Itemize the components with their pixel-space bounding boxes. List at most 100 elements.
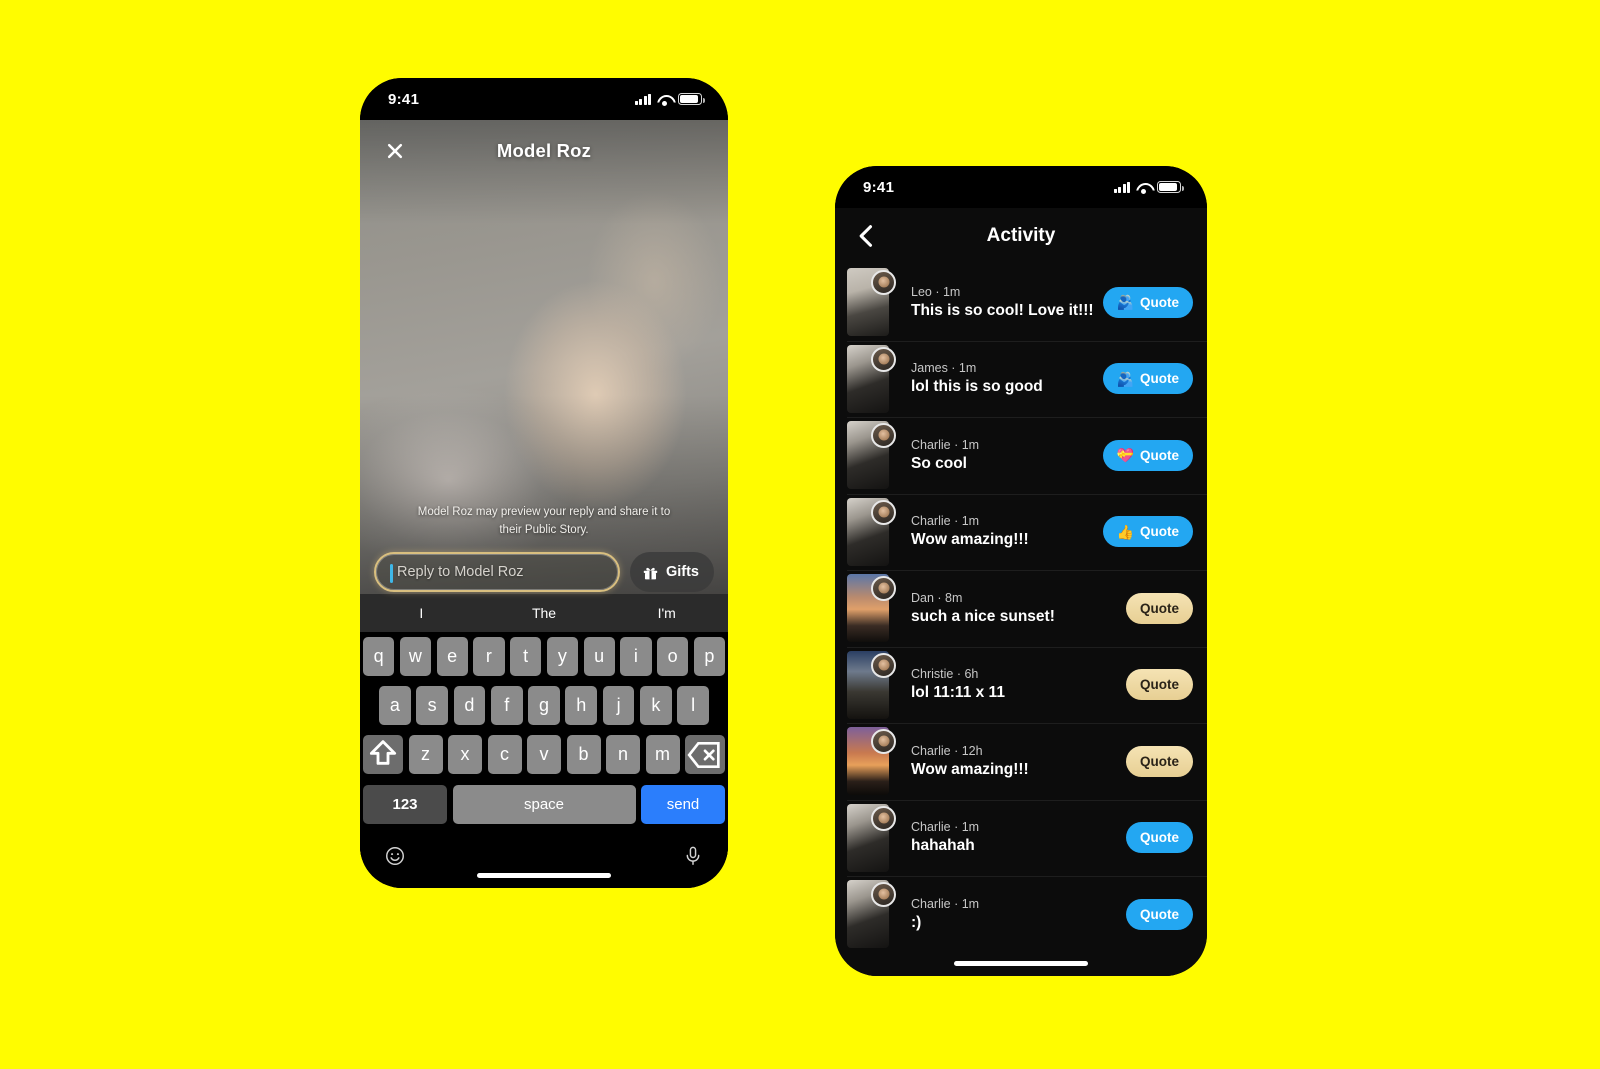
quote-button[interactable]: 💝 Quote (1102, 439, 1193, 471)
key-e[interactable]: e (436, 637, 468, 676)
key-x[interactable]: x (448, 735, 482, 774)
gift-icon (643, 567, 658, 579)
status-bar: 9:41 (835, 166, 1207, 208)
activity-row[interactable]: Charlie · 1m Wow amazing!!! 👍 Quote (835, 493, 1207, 571)
avatar (871, 346, 896, 372)
thumbnail-wrap (847, 727, 896, 796)
quote-button[interactable]: Quote (1126, 745, 1193, 777)
quote-button[interactable]: 🫂 Quote (1102, 286, 1193, 318)
numbers-key[interactable]: 123 (363, 785, 447, 824)
key-g[interactable]: g (528, 686, 560, 725)
quote-button[interactable]: Quote (1126, 822, 1193, 854)
suggestion-1[interactable]: The (483, 605, 606, 621)
quote-button-label: Quote (1140, 600, 1179, 616)
key-c[interactable]: c (487, 735, 522, 774)
status-icons (634, 93, 705, 106)
key-t[interactable]: t (510, 637, 542, 676)
close-icon[interactable] (380, 136, 410, 166)
key-k[interactable]: k (639, 686, 672, 725)
shift-icon[interactable] (363, 735, 403, 774)
page-title: Model Roz (496, 140, 592, 161)
activity-screen-body: Activity Leo · 1m This is so cool! Love i… (835, 208, 1207, 976)
key-b[interactable]: b (566, 735, 601, 774)
activity-meta: Charlie · 1m (911, 896, 980, 911)
key-r[interactable]: r (473, 637, 505, 676)
activity-row[interactable]: Dan · 8m such a nice sunset! Quote (835, 570, 1207, 647)
key-n[interactable]: n (606, 735, 640, 774)
activity-text: Leo · 1m This is so cool! Love it!!! (889, 285, 1095, 320)
key-p[interactable]: p (693, 637, 725, 676)
quote-button-label: Quote (1140, 447, 1179, 463)
activity-meta: James · 1m (911, 361, 977, 376)
activity-text: Charlie · 1m:) (889, 897, 1118, 932)
activity-row[interactable]: Charlie · 1m:) Quote (835, 876, 1207, 953)
quote-button[interactable]: Quote (1126, 669, 1193, 701)
microphone-icon[interactable] (682, 845, 704, 867)
gifts-button-label: Gifts (665, 564, 699, 580)
keyboard-row-3: z x c v b n m (360, 730, 728, 779)
key-w[interactable]: w (399, 637, 431, 676)
activity-row[interactable]: Charlie · 1m hahahah Quote (835, 799, 1207, 877)
activity-message: such a nice sunset! (911, 607, 1055, 625)
activity-meta: Christie · 6h (911, 667, 979, 682)
key-u[interactable]: u (583, 637, 615, 676)
key-z[interactable]: z (408, 735, 443, 774)
quote-button[interactable]: Quote (1126, 592, 1193, 624)
quote-button-label: Quote (1140, 677, 1179, 693)
activity-meta: Dan · 8m (911, 590, 963, 605)
gifts-button[interactable]: Gifts (629, 552, 714, 592)
activity-message: lol this is so good (911, 378, 1043, 396)
quote-emoji-icon: 👍 (1116, 523, 1134, 540)
thumbnail-wrap (847, 421, 896, 490)
suggestion-0[interactable]: I (360, 605, 483, 621)
activity-row[interactable]: James · 1m lol this is so good 🫂 Quote (835, 340, 1207, 418)
activity-text: Charlie · 12h Wow amazing!!! (889, 744, 1118, 779)
backspace-icon[interactable] (685, 735, 725, 774)
avatar (871, 499, 896, 525)
avatar (871, 805, 896, 831)
activity-text: Christie · 6h lol 11:11 x 11 (889, 667, 1118, 702)
key-q[interactable]: q (363, 637, 395, 676)
thumbnail-wrap (847, 880, 896, 949)
key-j[interactable]: j (602, 686, 635, 725)
reply-input[interactable]: Reply to Model Roz (374, 552, 620, 592)
key-a[interactable]: a (378, 686, 411, 725)
send-key[interactable]: send (641, 785, 725, 824)
home-indicator (954, 961, 1088, 966)
key-h[interactable]: h (565, 686, 598, 725)
activity-meta: Charlie · 1m (911, 437, 980, 452)
phone-reply-screen: 9:41 Model Roz Model Roz may preview you… (360, 78, 728, 888)
activity-text: Dan · 8m such a nice sunset! (889, 591, 1118, 626)
thumbnail-wrap (847, 574, 896, 643)
activity-meta: Charlie · 1m (911, 820, 980, 835)
activity-message: Wow amazing!!! (911, 531, 1029, 549)
emoji-smiley-icon[interactable] (384, 845, 406, 867)
activity-meta: Charlie · 12h (911, 743, 983, 758)
key-d[interactable]: d (453, 686, 486, 725)
status-time: 9:41 (388, 90, 420, 108)
key-s[interactable]: s (416, 686, 449, 725)
page-title: Activity (986, 225, 1056, 246)
space-key[interactable]: space (452, 785, 636, 824)
reply-header: Model Roz (360, 120, 728, 182)
back-chevron-icon[interactable] (853, 222, 881, 250)
quote-button-label: Quote (1140, 906, 1179, 922)
quote-button[interactable]: 👍 Quote (1102, 516, 1193, 548)
key-m[interactable]: m (645, 735, 680, 774)
key-v[interactable]: v (527, 735, 561, 774)
thumbnail-wrap (847, 650, 896, 719)
quote-button[interactable]: Quote (1126, 898, 1193, 930)
activity-row[interactable]: Leo · 1m This is so cool! Love it!!! 🫂 Quot… (835, 264, 1207, 341)
activity-row[interactable]: Charlie · 1m So cool 💝 Quote (835, 417, 1207, 494)
key-f[interactable]: f (490, 686, 523, 725)
suggestion-2[interactable]: I'm (605, 605, 728, 621)
key-y[interactable]: y (546, 637, 578, 676)
key-o[interactable]: o (657, 637, 689, 676)
activity-row[interactable]: Charlie · 12h Wow amazing!!! Quote (835, 723, 1207, 800)
quote-button[interactable]: 🫂 Quote (1102, 363, 1193, 395)
key-i[interactable]: i (620, 637, 652, 676)
key-l[interactable]: l (677, 686, 710, 725)
keyboard-row-4: 123 space send (360, 779, 728, 828)
activity-row[interactable]: Christie · 6h lol 11:11 x 11 Quote (835, 646, 1207, 724)
quote-emoji-icon: 🫂 (1116, 294, 1134, 311)
